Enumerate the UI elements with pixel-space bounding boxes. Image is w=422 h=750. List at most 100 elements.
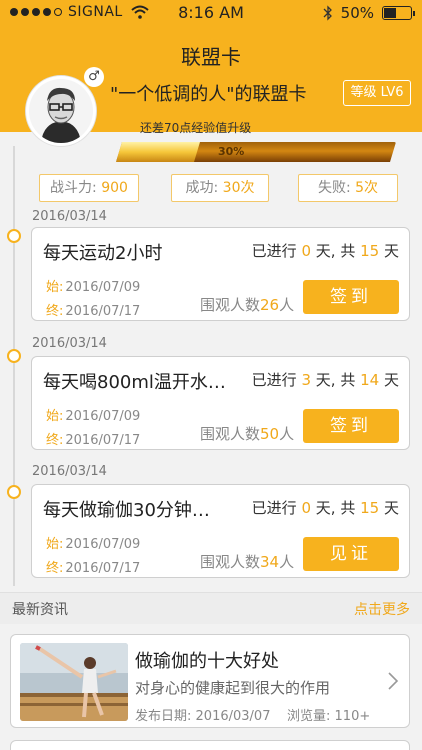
days-done: 0 <box>301 499 311 517</box>
task-card[interactable]: 每天喝800ml温开水… 已进行 3 天, 共 14 天 始: 2016/07/0… <box>31 356 410 450</box>
news-thumbnail <box>20 643 128 721</box>
start-label: 始: <box>46 280 64 295</box>
task-card[interactable]: 每天做瑜伽30分钟… 已进行 0 天, 共 15 天 始: 2016/07/09 … <box>31 484 410 578</box>
battery-percent: 50% <box>340 4 374 22</box>
watchers-value: 50 <box>260 425 280 443</box>
progress-prefix: 已进行 <box>251 499 297 517</box>
start-label: 始: <box>46 537 64 552</box>
watchers-count: 围观人数50人 <box>200 423 294 444</box>
total-prefix: , 共 <box>330 242 356 260</box>
page-title: 联盟卡 <box>181 45 241 69</box>
success-label: 成功: <box>185 180 219 196</box>
watchers-count: 围观人数34人 <box>200 551 294 572</box>
power-label: 战斗力: <box>50 180 97 196</box>
start-date: 2016/07/09 <box>65 280 141 295</box>
days-done: 3 <box>301 371 311 389</box>
start-date: 2016/07/09 <box>65 537 141 552</box>
exp-progress-label: 30% <box>218 145 245 158</box>
exp-progress-bar: 30% <box>116 140 396 164</box>
news-item-next[interactable] <box>10 740 410 750</box>
timeline-dot <box>7 349 21 363</box>
watchers-label: 围观人数 <box>200 553 261 571</box>
news-date-label: 发布日期: <box>135 709 192 724</box>
battery-fill <box>384 8 397 18</box>
end-date: 2016/07/17 <box>65 561 141 576</box>
news-title: 做瑜伽的十大好处 <box>135 651 279 672</box>
task-date: 2016/03/14 <box>32 464 107 479</box>
exp-progress-fill <box>116 142 200 162</box>
task-progress: 已进行 0 天, 共 15 天 <box>252 240 399 261</box>
progress-prefix: 已进行 <box>251 242 297 260</box>
end-label: 终: <box>46 433 64 448</box>
watchers-unit: 人 <box>279 425 295 443</box>
news-section-title: 最新资讯 <box>12 602 68 618</box>
task-progress: 已进行 3 天, 共 14 天 <box>252 369 399 390</box>
check-in-button[interactable]: 签到 <box>303 280 399 314</box>
task-end: 终: 2016/07/17 <box>46 300 140 319</box>
days-total: 14 <box>360 371 380 389</box>
news-meta: 发布日期: 2016/03/07 浏览量: 110+ <box>135 705 370 724</box>
timeline-dot <box>7 229 21 243</box>
card-name: "一个低调的人"的联盟卡 <box>110 84 307 105</box>
success-stat: 成功: 30次 <box>171 174 269 202</box>
end-date: 2016/07/17 <box>65 433 141 448</box>
day-unit: 天 <box>383 499 399 517</box>
news-date: 2016/03/07 <box>195 709 271 724</box>
success-value: 30次 <box>222 180 255 196</box>
day-unit: 天 <box>383 242 399 260</box>
timeline-line <box>13 146 15 586</box>
watchers-count: 围观人数26人 <box>200 294 294 315</box>
power-value: 900 <box>101 180 128 196</box>
days-done: 0 <box>301 242 311 260</box>
task-card[interactable]: 每天运动2小时 已进行 0 天, 共 15 天 始: 2016/07/09 终: 2… <box>31 227 410 321</box>
fail-label: 失败: <box>317 180 351 196</box>
end-label: 终: <box>46 304 64 319</box>
end-label: 终: <box>46 561 64 576</box>
end-date: 2016/07/17 <box>65 304 141 319</box>
day-unit: 天 <box>315 242 331 260</box>
watchers-label: 围观人数 <box>200 425 261 443</box>
total-prefix: , 共 <box>330 499 356 517</box>
progress-prefix: 已进行 <box>251 371 297 389</box>
watchers-label: 围观人数 <box>200 296 261 314</box>
task-start: 始: 2016/07/09 <box>46 533 140 552</box>
days-total: 15 <box>360 499 380 517</box>
task-progress: 已进行 0 天, 共 15 天 <box>252 497 399 518</box>
task-title: 每天喝800ml温开水… <box>43 372 226 393</box>
day-unit: 天 <box>383 371 399 389</box>
days-total: 15 <box>360 242 380 260</box>
task-start: 始: 2016/07/09 <box>46 276 140 295</box>
task-date: 2016/03/14 <box>32 336 107 351</box>
task-end: 终: 2016/07/17 <box>46 429 140 448</box>
day-unit: 天 <box>315 371 331 389</box>
avatar[interactable] <box>26 76 96 146</box>
exp-hint: 还差70点经验值升级 <box>140 121 252 135</box>
task-end: 终: 2016/07/17 <box>46 557 140 576</box>
day-unit: 天 <box>315 499 331 517</box>
status-right: 50% <box>323 4 415 22</box>
more-news-link[interactable]: 点击更多 <box>354 599 410 619</box>
task-start: 始: 2016/07/09 <box>46 405 140 424</box>
news-section-header: 最新资讯 点击更多 <box>0 592 422 624</box>
battery-icon <box>382 6 415 20</box>
stats-row: 战斗力: 900 成功: 30次 失败: 5次 <box>0 174 422 204</box>
fail-value: 5次 <box>355 180 379 196</box>
level-badge: 等级 LV6 <box>343 80 411 106</box>
news-subtitle: 对身心的健康起到很大的作用 <box>135 679 331 697</box>
fail-stat: 失败: 5次 <box>298 174 398 202</box>
check-in-button[interactable]: 签到 <box>303 409 399 443</box>
male-icon: ♂ <box>84 67 104 87</box>
witness-button[interactable]: 见证 <box>303 537 399 571</box>
watchers-unit: 人 <box>279 296 295 314</box>
power-stat: 战斗力: 900 <box>39 174 139 202</box>
timeline-dot <box>7 485 21 499</box>
bluetooth-icon <box>323 5 332 21</box>
news-item[interactable]: 做瑜伽的十大好处 对身心的健康起到很大的作用 发布日期: 2016/03/07 … <box>10 634 410 728</box>
watchers-value: 26 <box>260 296 280 314</box>
task-title: 每天做瑜伽30分钟… <box>43 500 210 521</box>
watchers-value: 34 <box>260 553 280 571</box>
task-title: 每天运动2小时 <box>43 243 163 264</box>
start-label: 始: <box>46 409 64 424</box>
task-date: 2016/03/14 <box>32 209 107 224</box>
news-views-label: 浏览量: <box>287 709 331 724</box>
